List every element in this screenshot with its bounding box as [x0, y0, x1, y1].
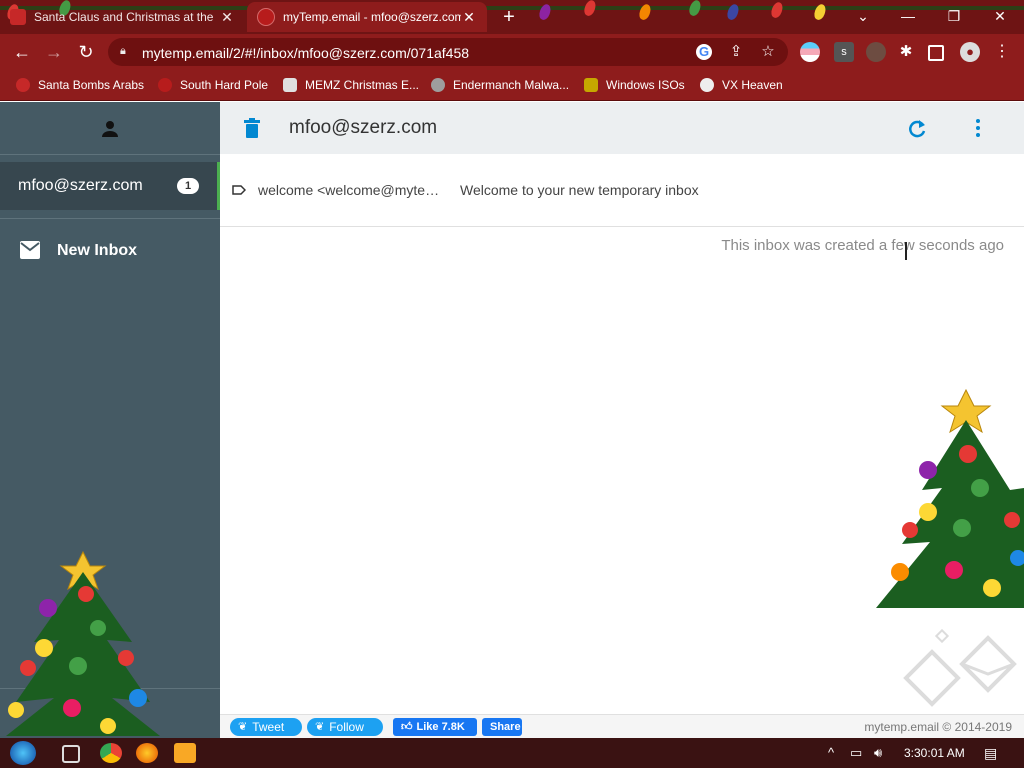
bookmark-label: South Hard Pole: [180, 78, 269, 92]
lock-icon[interactable]: 🔒︎: [120, 45, 130, 57]
tab-santa-claus[interactable]: Santa Claus and Christmas at the ✕: [0, 2, 245, 32]
thumbs-up-icon: 👍︎: [401, 721, 413, 733]
bookmark-label: Windows ISOs: [606, 78, 685, 92]
windows-taskbar: ^ ▭ 🔊︎ 3:30:01 AM ▤: [0, 738, 1024, 768]
bookmark-label: Endermanch Malwa...: [453, 78, 570, 92]
clock[interactable]: 3:30:01 AM: [904, 746, 965, 760]
tab-search-button[interactable]: ⌄: [843, 4, 883, 28]
mail-icon: [20, 241, 40, 259]
side-panel-icon[interactable]: [928, 45, 944, 61]
task-view-icon[interactable]: [62, 745, 80, 763]
tab-title: Santa Claus and Christmas at the: [34, 10, 214, 24]
notifications-icon[interactable]: ▤: [984, 745, 997, 762]
follow-label: Follow: [329, 720, 364, 734]
google-icon[interactable]: G: [696, 44, 712, 60]
chrome-taskbar-icon[interactable]: [100, 743, 122, 763]
santa-favicon-icon: [10, 9, 26, 25]
sidebar: mfoo@szerz.com 1 New Inbox: [0, 102, 220, 738]
mytemp-favicon-icon: [257, 8, 275, 26]
trash-icon[interactable]: [244, 118, 260, 138]
label-icon: [232, 185, 246, 195]
share-icon[interactable]: ⇪: [726, 42, 746, 62]
browser-toolbar: ← → ↻ 🔒︎ mytemp.email/2/#!/inbox/mfoo@sz…: [0, 34, 1024, 70]
bookmark-label: VX Heaven: [722, 78, 783, 92]
facebook-share-button[interactable]: Share: [482, 718, 522, 736]
inbox-created-note: This inbox was created a few seconds ago: [721, 237, 1004, 254]
network-icon[interactable]: ▭: [850, 745, 862, 761]
bookmark-label: Santa Bombs Arabs: [38, 78, 145, 92]
bookmark-vx-heaven[interactable]: VX Heaven: [700, 77, 783, 93]
restore-button[interactable]: ❐: [934, 4, 974, 28]
bookmark-endermanch-malware[interactable]: Endermanch Malwa...: [431, 77, 569, 93]
santa-icon: [16, 78, 30, 92]
bookmark-south-hard-pole[interactable]: South Hard Pole: [158, 77, 268, 93]
more-vert-icon[interactable]: [972, 118, 984, 138]
mailbox-header: mfoo@szerz.com: [220, 102, 1024, 154]
page-footer: ❦ Tweet ❦ Follow 👍︎ Like 7.8K Share myte…: [220, 714, 1024, 739]
s-extension-icon[interactable]: s: [834, 42, 854, 62]
minimize-button[interactable]: —: [888, 4, 928, 28]
reload-button[interactable]: ↻: [74, 40, 98, 64]
close-icon[interactable]: ✕: [219, 9, 235, 26]
mailbox-title: mfoo@szerz.com: [289, 117, 438, 138]
volume-icon[interactable]: 🔊︎: [874, 745, 882, 761]
back-button[interactable]: ←: [10, 40, 34, 64]
profile-avatar-icon[interactable]: ●: [960, 42, 980, 62]
new-inbox-button[interactable]: New Inbox: [0, 227, 220, 275]
mytemp-logo-watermark: [903, 628, 1017, 707]
bookmark-santa-bombs-arabs[interactable]: Santa Bombs Arabs: [16, 77, 144, 93]
tab-title: myTemp.email - mfoo@szerz.com: [283, 10, 461, 24]
user-icon[interactable]: [100, 119, 120, 139]
start-button-icon[interactable]: [10, 741, 36, 765]
refresh-icon[interactable]: [907, 119, 927, 139]
browser-tab-bar: Santa Claus and Christmas at the ✕ myTem…: [0, 0, 1024, 34]
unread-badge: 1: [177, 178, 199, 194]
extensions-puzzle-icon[interactable]: ✱: [896, 42, 916, 62]
tweet-button[interactable]: ❦ Tweet: [230, 718, 302, 736]
new-inbox-label: New Inbox: [57, 242, 138, 259]
forward-button[interactable]: →: [42, 40, 66, 64]
christmas-tree-decoration: [876, 388, 1024, 608]
sidebar-item-inbox[interactable]: mfoo@szerz.com 1: [0, 162, 220, 210]
bookmark-label: MEMZ Christmas E...: [305, 78, 420, 92]
share-label: Share: [490, 721, 521, 733]
copyright-text: mytemp.email © 2014-2019: [864, 720, 1012, 734]
email-list-item[interactable]: welcome <welcome@mytemp.email> Welcome t…: [220, 156, 1024, 227]
address-bar[interactable]: 🔒︎ mytemp.email/2/#!/inbox/mfoo@szerz.co…: [108, 38, 788, 66]
tab-mytemp-email[interactable]: myTemp.email - mfoo@szerz.com ✕: [247, 2, 487, 32]
bookmark-windows-isos[interactable]: Windows ISOs: [584, 77, 685, 93]
avatar-extension-icon[interactable]: [866, 42, 886, 62]
tray-expand-icon[interactable]: ^: [828, 745, 834, 760]
christmas-tree-decoration: [6, 550, 160, 736]
bookmark-star-icon[interactable]: ☆: [758, 42, 778, 62]
snowflake-icon: [158, 78, 172, 92]
bookmarks-bar: Santa Bombs Arabs South Hard Pole MEMZ C…: [0, 70, 1024, 101]
enderman-icon: [431, 78, 445, 92]
file-explorer-icon[interactable]: [174, 743, 196, 763]
browser-menu-icon[interactable]: ⋮: [992, 42, 1012, 62]
light-bulb-decoration: [769, 0, 785, 20]
vx-icon: [700, 78, 714, 92]
close-window-button[interactable]: ✕: [980, 4, 1020, 28]
memz-icon: [283, 78, 297, 92]
firefox-taskbar-icon[interactable]: [136, 743, 158, 763]
url-text[interactable]: mytemp.email/2/#!/inbox/mfoo@szerz.com/0…: [142, 45, 469, 61]
twitter-bird-icon: ❦: [238, 721, 248, 733]
windows-icon: [584, 78, 598, 92]
twitter-bird-icon: ❦: [315, 721, 325, 733]
bookmark-memz-christmas[interactable]: MEMZ Christmas E...: [283, 77, 419, 93]
new-tab-button[interactable]: +: [498, 6, 520, 28]
text-cursor: [905, 242, 913, 260]
divider: [0, 218, 220, 219]
sidebar-header: [0, 102, 220, 155]
tweet-label: Tweet: [252, 720, 285, 734]
email-sender: welcome <welcome@mytemp.email>: [258, 182, 450, 198]
close-icon[interactable]: ✕: [461, 9, 477, 26]
facebook-like-button[interactable]: 👍︎ Like 7.8K: [393, 718, 477, 736]
follow-button[interactable]: ❦ Follow: [307, 718, 383, 736]
email-subject: Welcome to your new temporary inbox: [460, 182, 699, 198]
like-label: Like 7.8K: [416, 721, 465, 733]
flag-extension-icon[interactable]: [800, 42, 820, 62]
inbox-address: mfoo@szerz.com: [18, 177, 143, 194]
